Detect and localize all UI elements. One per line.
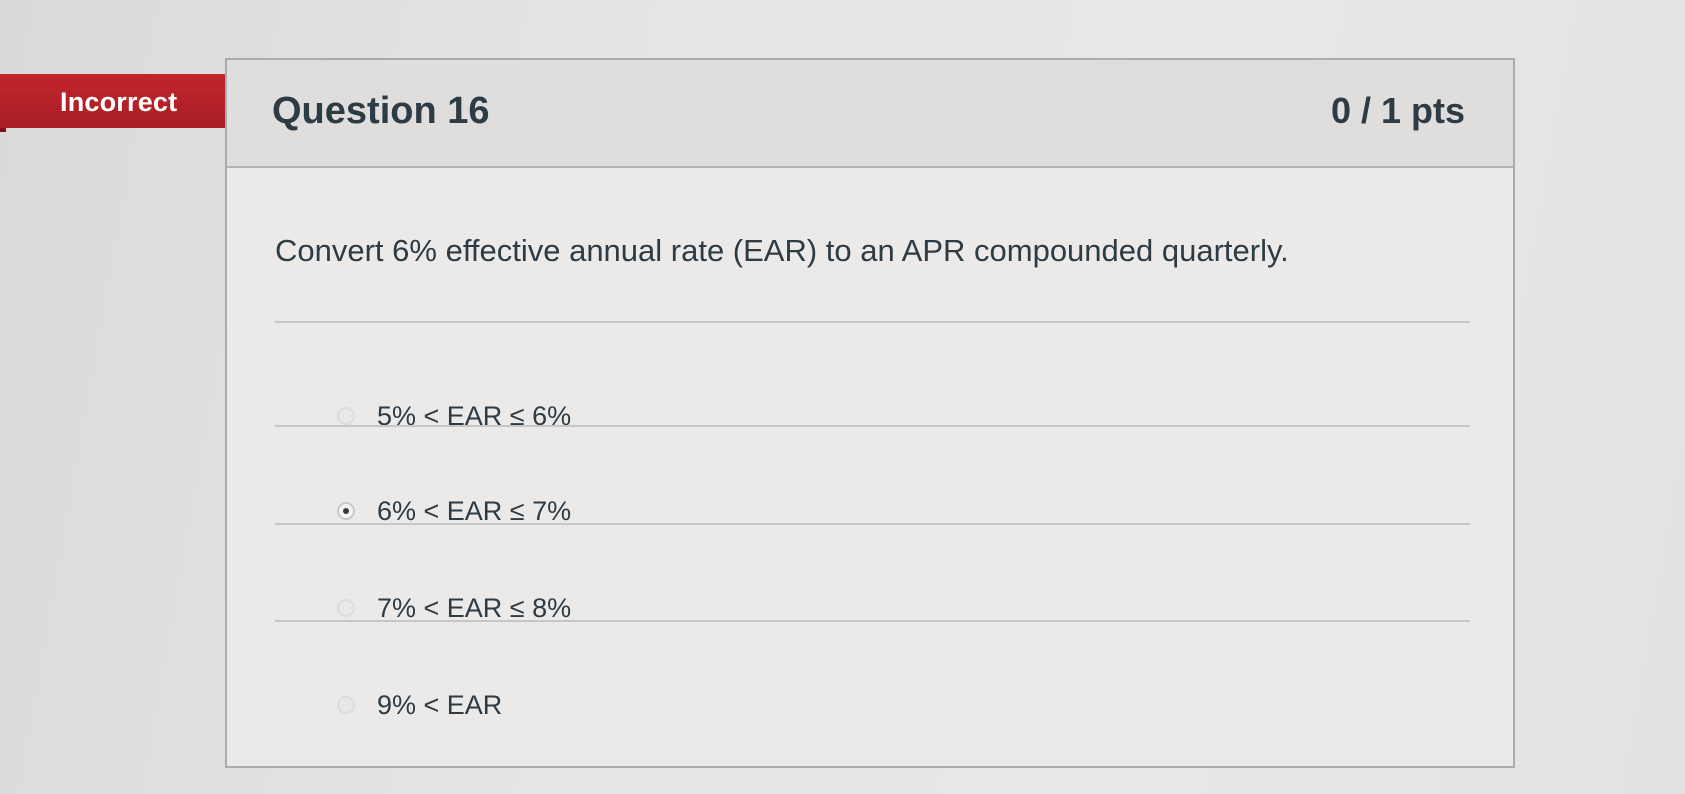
- answer-option-4[interactable]: 9% < EAR: [337, 685, 502, 725]
- question-header: Question 16 0 / 1 pts: [227, 60, 1513, 168]
- answer-divider: [275, 620, 1470, 622]
- banner-fold: [0, 128, 6, 132]
- radio-icon[interactable]: [337, 696, 355, 714]
- answer-label: 7% < EAR ≤ 8%: [377, 592, 572, 623]
- answer-option-2[interactable]: 6% < EAR ≤ 7%: [337, 491, 571, 531]
- answer-option-1[interactable]: 5% < EAR ≤ 6%: [337, 396, 571, 436]
- answer-divider: [275, 523, 1470, 525]
- question-title: Question 16: [272, 90, 490, 132]
- incorrect-label: Incorrect: [60, 87, 178, 117]
- radio-icon[interactable]: [337, 407, 355, 425]
- answer-label: 9% < EAR: [377, 689, 503, 720]
- question-card: Question 16 0 / 1 pts Convert 6% effecti…: [225, 58, 1515, 768]
- question-text: Convert 6% effective annual rate (EAR) t…: [275, 233, 1289, 268]
- answer-label: 6% < EAR ≤ 7%: [377, 495, 572, 526]
- points-score: 0 / 1 pts: [1330, 90, 1465, 131]
- incorrect-banner: Incorrect: [0, 74, 260, 128]
- radio-selected-icon[interactable]: [337, 502, 355, 520]
- answer-option-3[interactable]: 7% < EAR ≤ 8%: [337, 588, 571, 628]
- answer-divider: [275, 321, 1470, 323]
- answer-divider: [275, 425, 1470, 427]
- radio-icon[interactable]: [337, 599, 355, 617]
